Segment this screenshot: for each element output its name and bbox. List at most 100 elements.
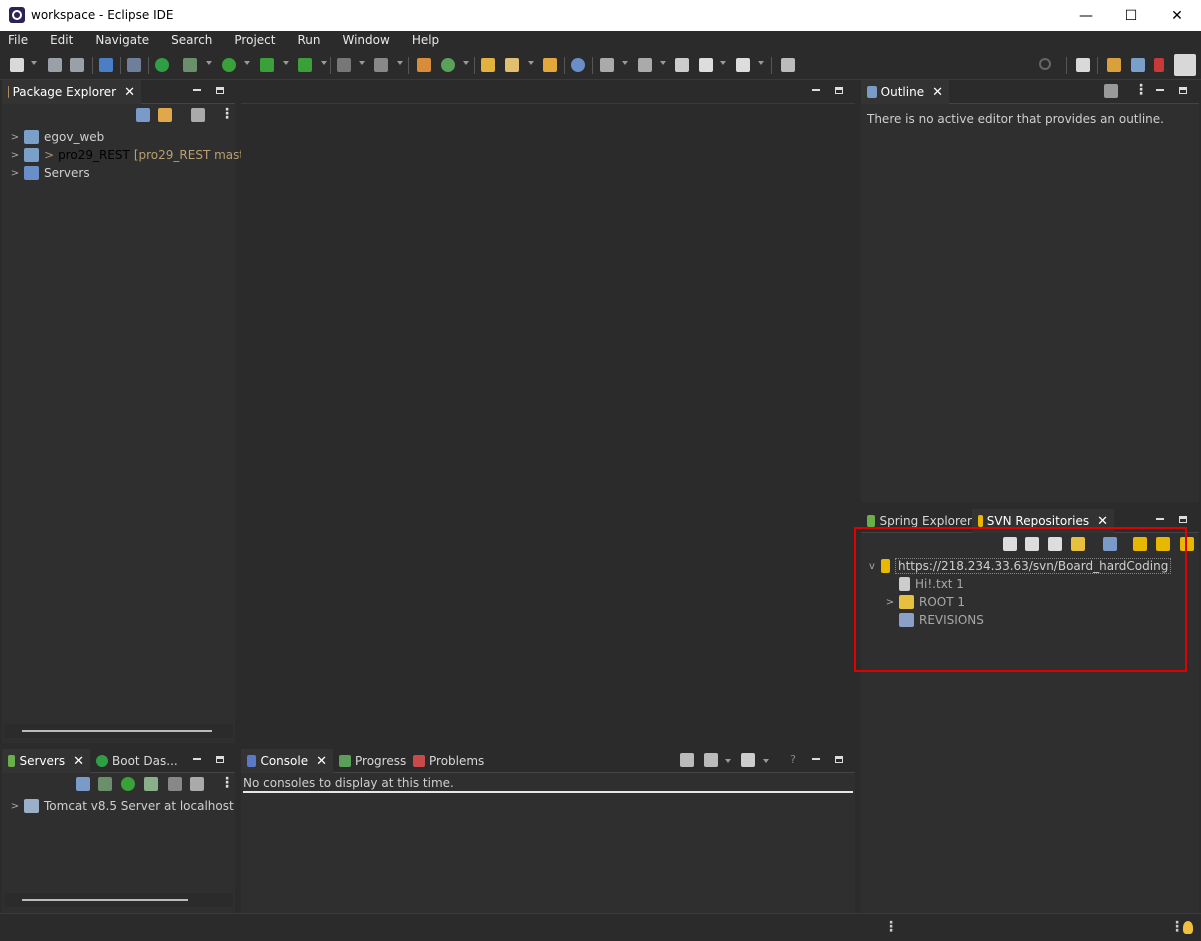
maximize-view-icon[interactable] xyxy=(1176,84,1190,98)
horizontal-scrollbar[interactable] xyxy=(4,893,233,907)
tree-item-servers[interactable]: > Servers xyxy=(10,164,90,182)
boot-dashboard-icon[interactable] xyxy=(155,58,169,72)
view-menu-icon[interactable] xyxy=(220,775,234,792)
previous-annotation-icon[interactable] xyxy=(638,58,652,72)
new-class-icon[interactable] xyxy=(441,58,455,72)
open-console-icon[interactable] xyxy=(741,753,755,767)
minimize-view-icon[interactable] xyxy=(1153,513,1167,527)
tab-servers[interactable]: Servers ✕ xyxy=(2,749,90,773)
stop-server-icon[interactable] xyxy=(168,777,182,791)
chevron-right-icon[interactable]: > xyxy=(10,132,20,143)
horizontal-scrollbar[interactable] xyxy=(4,724,233,738)
tree-item-pro29-rest[interactable]: > > pro29_REST [pro29_REST master] xyxy=(10,146,261,164)
open-task-icon[interactable] xyxy=(505,58,519,72)
minimize-view-icon[interactable] xyxy=(190,84,204,98)
menu-project[interactable]: Project xyxy=(226,31,283,51)
pin-editor-icon[interactable] xyxy=(781,58,795,72)
skip-breakpoints-icon[interactable] xyxy=(127,58,141,72)
debug-perspective-icon[interactable] xyxy=(1131,58,1145,72)
lightbulb-icon[interactable] xyxy=(1183,921,1193,934)
debug-icon[interactable] xyxy=(183,58,197,72)
maximize-view-icon[interactable] xyxy=(213,753,227,767)
console-message: No consoles to display at this time. xyxy=(243,776,853,793)
stop-icon[interactable] xyxy=(337,58,351,72)
minimize-view-icon[interactable] xyxy=(809,84,823,98)
chevron-right-icon[interactable]: > xyxy=(10,801,20,812)
new-dropdown-icon[interactable] xyxy=(31,61,37,65)
next-annotation-icon[interactable] xyxy=(600,58,614,72)
tree-item-egov-web[interactable]: > egov_web xyxy=(10,128,104,146)
tab-package-explorer[interactable]: Package Explorer ✕ xyxy=(2,80,141,104)
java-ee-perspective-icon[interactable] xyxy=(1107,58,1121,72)
collapse-all-icon[interactable] xyxy=(76,777,90,791)
chevron-right-icon[interactable]: > xyxy=(10,150,20,161)
collapse-all-icon[interactable] xyxy=(136,108,150,122)
filter-icon[interactable] xyxy=(1104,84,1118,98)
skip-icon[interactable] xyxy=(374,58,388,72)
profile-server-icon[interactable] xyxy=(144,777,158,791)
open-perspective-icon[interactable] xyxy=(1076,58,1090,72)
tab-progress[interactable]: Progress xyxy=(333,749,407,773)
close-icon[interactable]: ✕ xyxy=(73,754,84,769)
new-icon[interactable] xyxy=(10,58,24,72)
close-icon[interactable]: ✕ xyxy=(316,754,327,769)
boot-dashboard-icon xyxy=(96,755,108,767)
display-console-icon[interactable] xyxy=(704,753,718,767)
maximize-view-icon[interactable] xyxy=(832,753,846,767)
pin-console-icon[interactable] xyxy=(680,753,694,767)
save-all-icon[interactable] xyxy=(70,58,84,72)
close-icon[interactable]: ✕ xyxy=(124,85,135,100)
link-with-editor-icon[interactable] xyxy=(158,108,172,122)
tree-item-tomcat-server[interactable]: > Tomcat v8.5 Server at localhost [S xyxy=(10,797,254,815)
new-package-icon[interactable] xyxy=(417,58,431,72)
open-type-icon[interactable] xyxy=(481,58,495,72)
debug-server-icon[interactable] xyxy=(98,777,112,791)
run-external-icon[interactable] xyxy=(260,58,274,72)
forward-icon[interactable] xyxy=(736,58,750,72)
save-icon[interactable] xyxy=(48,58,62,72)
view-menu-icon[interactable] xyxy=(220,106,234,123)
publish-icon[interactable] xyxy=(190,777,204,791)
spring-perspective-icon[interactable] xyxy=(1174,54,1196,76)
menu-navigate[interactable]: Navigate xyxy=(87,31,157,51)
web-browser-icon[interactable] xyxy=(571,58,585,72)
help-icon[interactable]: ? xyxy=(786,753,800,767)
outline-icon xyxy=(867,86,877,98)
menu-edit[interactable]: Edit xyxy=(42,31,81,51)
filter-icon[interactable] xyxy=(191,108,205,122)
minimize-view-icon[interactable] xyxy=(809,753,823,767)
menu-window[interactable]: Window xyxy=(334,31,397,51)
minimize-button[interactable]: — xyxy=(1063,0,1109,31)
minimize-view-icon[interactable] xyxy=(1153,84,1167,98)
tab-boot-dashboard[interactable]: Boot Das... xyxy=(90,749,180,773)
run-icon[interactable] xyxy=(222,58,236,72)
tab-console[interactable]: Console ✕ xyxy=(241,749,333,773)
maximize-view-icon[interactable] xyxy=(213,84,227,98)
menu-help[interactable]: Help xyxy=(404,31,447,51)
status-bar-handle-icon[interactable]: ⋮ xyxy=(884,919,898,935)
tab-outline[interactable]: Outline ✕ xyxy=(861,80,949,104)
maximize-button[interactable]: ☐ xyxy=(1108,0,1154,31)
folder-icon xyxy=(24,166,39,180)
menu-search[interactable]: Search xyxy=(163,31,220,51)
open-console-icon[interactable] xyxy=(99,58,113,72)
tab-problems[interactable]: Problems xyxy=(407,749,487,773)
menu-bar: File Edit Navigate Search Project Run Wi… xyxy=(0,31,1201,51)
last-edit-icon[interactable] xyxy=(675,58,689,72)
status-bar-menu-icon[interactable]: ⋮ xyxy=(1170,919,1184,935)
view-menu-icon[interactable] xyxy=(1134,82,1148,99)
search-icon[interactable] xyxy=(1039,58,1051,70)
chevron-right-icon[interactable]: > xyxy=(10,168,20,179)
menu-run[interactable]: Run xyxy=(289,31,328,51)
start-server-icon[interactable] xyxy=(121,777,135,791)
close-button[interactable]: ✕ xyxy=(1154,0,1200,31)
maximize-view-icon[interactable] xyxy=(832,84,846,98)
coverage-icon[interactable] xyxy=(298,58,312,72)
back-icon[interactable] xyxy=(699,58,713,72)
close-icon[interactable]: ✕ xyxy=(932,85,943,100)
maximize-view-icon[interactable] xyxy=(1176,513,1190,527)
java-perspective-icon[interactable] xyxy=(1154,58,1164,72)
minimize-view-icon[interactable] xyxy=(190,753,204,767)
open-folder-icon[interactable] xyxy=(543,58,557,72)
menu-file[interactable]: File xyxy=(0,31,36,51)
